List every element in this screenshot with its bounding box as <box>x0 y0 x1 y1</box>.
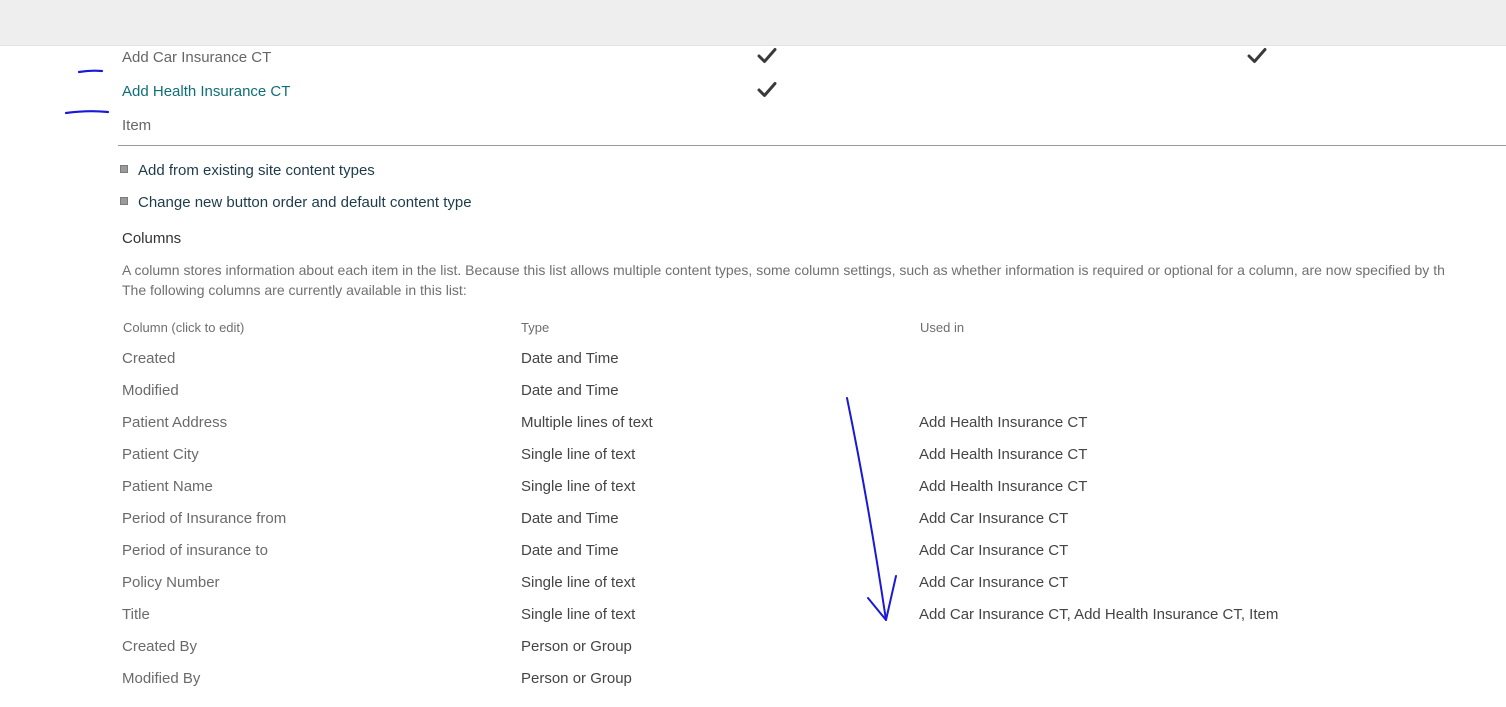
column-header-type: Type <box>521 320 550 335</box>
column-used-in: Add Car Insurance CT <box>919 542 1069 559</box>
action-label: Add from existing site content types <box>138 162 375 179</box>
bullet-icon <box>120 197 128 205</box>
column-name-link[interactable]: Patient Address <box>122 413 227 433</box>
column-name-link[interactable]: Created By <box>122 637 197 657</box>
arrow-shaft <box>846 397 887 621</box>
column-type: Single line of text <box>521 478 636 495</box>
content-type-item: Item <box>122 117 152 134</box>
column-type: Single line of text <box>521 446 636 463</box>
column-used-in: Add Health Insurance CT <box>919 478 1088 495</box>
column-type: Date and Time <box>521 350 619 367</box>
content-type-car-insurance: Add Car Insurance CT <box>122 49 272 66</box>
column-type: Date and Time <box>521 382 619 399</box>
column-name-link[interactable]: Created <box>122 349 175 369</box>
column-used-in: Add Car Insurance CT <box>919 574 1069 591</box>
column-type: Date and Time <box>521 510 619 527</box>
column-name-link[interactable]: Modified <box>122 381 179 401</box>
check-icon <box>757 80 777 100</box>
content-type-health-insurance-link[interactable]: Add Health Insurance CT <box>122 82 290 102</box>
columns-description: A column stores information about each i… <box>122 260 1506 300</box>
columns-section-title: Columns <box>122 230 182 247</box>
underline-mark-car <box>77 69 104 74</box>
column-header-used-in: Used in <box>920 320 965 335</box>
check-icon <box>1247 46 1267 66</box>
column-name-link[interactable]: Patient City <box>122 445 199 465</box>
underline-mark-health <box>64 110 110 115</box>
divider <box>118 145 1506 146</box>
column-name-link[interactable]: Policy Number <box>122 573 220 593</box>
arrow-head <box>867 575 897 621</box>
add-existing-content-types-link[interactable]: Add from existing site content types <box>120 161 375 181</box>
column-type: Person or Group <box>521 670 632 687</box>
column-type: Person or Group <box>521 638 632 655</box>
column-header-name: Column (click to edit) <box>123 320 245 335</box>
top-bar <box>0 0 1506 46</box>
column-name-link[interactable]: Patient Name <box>122 477 213 497</box>
column-used-in: Add Car Insurance CT, Add Health Insuran… <box>919 606 1279 623</box>
column-name-link[interactable]: Period of Insurance from <box>122 509 286 529</box>
description-line-1: A column stores information about each i… <box>122 262 1445 278</box>
column-used-in: Add Health Insurance CT <box>919 414 1088 431</box>
column-type: Multiple lines of text <box>521 414 653 431</box>
column-type: Single line of text <box>521 606 636 623</box>
annotation-overlay <box>64 69 897 621</box>
page: Add Car Insurance CT Add Health Insuranc… <box>0 0 1506 707</box>
bullet-icon <box>120 165 128 173</box>
column-type: Single line of text <box>521 574 636 591</box>
description-line-2: The following columns are currently avai… <box>122 282 467 298</box>
check-icon <box>757 46 777 66</box>
column-name-link[interactable]: Period of insurance to <box>122 541 268 561</box>
column-type: Date and Time <box>521 542 619 559</box>
column-used-in: Add Car Insurance CT <box>919 510 1069 527</box>
action-label: Change new button order and default cont… <box>138 194 472 211</box>
column-name-link[interactable]: Modified By <box>122 669 200 689</box>
column-used-in: Add Health Insurance CT <box>919 446 1088 463</box>
column-name-link[interactable]: Title <box>122 605 150 625</box>
change-button-order-link[interactable]: Change new button order and default cont… <box>120 193 472 213</box>
